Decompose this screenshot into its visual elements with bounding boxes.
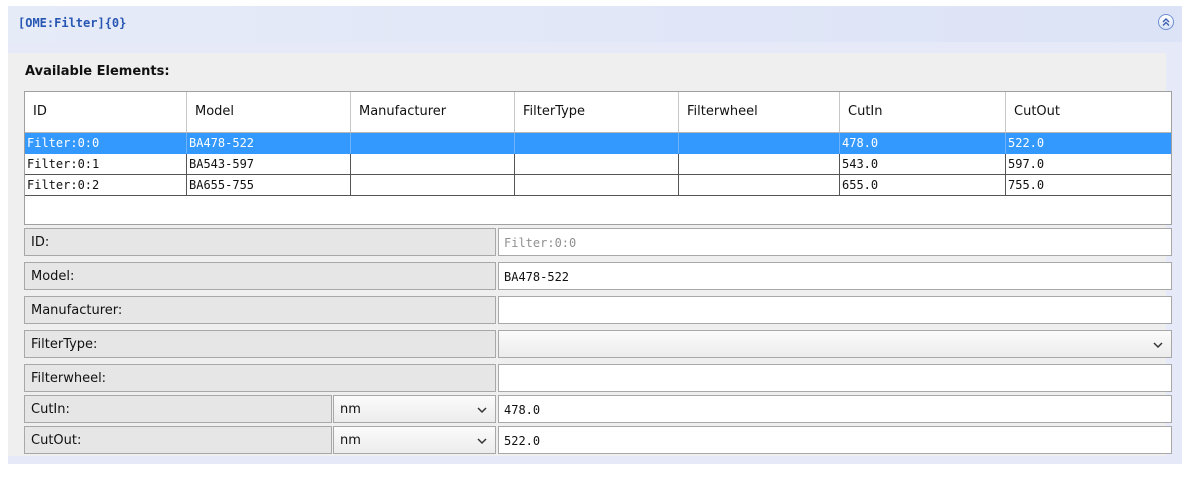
cutout-label: CutOut: bbox=[24, 426, 332, 454]
cell-cutout: 522.0 bbox=[1006, 133, 1171, 154]
filtertype-label: FilterType: bbox=[24, 330, 496, 358]
chevron-down-icon bbox=[477, 438, 487, 445]
cell-filterwheel bbox=[679, 175, 840, 196]
form-row-id: ID: Filter:0:0 bbox=[24, 228, 1174, 256]
table-row[interactable]: Filter:0:2 BA655-755 655.0 755.0 bbox=[25, 175, 1171, 196]
filterwheel-field[interactable] bbox=[498, 364, 1172, 392]
cell-filterwheel bbox=[679, 154, 840, 175]
column-header-cutin[interactable]: CutIn bbox=[840, 92, 1006, 132]
filterwheel-label: Filterwheel: bbox=[24, 364, 496, 392]
cell-manufacturer bbox=[351, 154, 515, 175]
manufacturer-field[interactable] bbox=[498, 296, 1172, 324]
form-row-cutout: CutOut: nm 522.0 bbox=[24, 426, 1174, 454]
column-header-model[interactable]: Model bbox=[187, 92, 351, 132]
cell-filtertype bbox=[515, 154, 679, 175]
cutout-field[interactable]: 522.0 bbox=[498, 426, 1172, 454]
cell-cutin: 655.0 bbox=[840, 175, 1006, 196]
cutin-unit-value: nm bbox=[340, 402, 361, 417]
panel-title-bar: [OME:Filter]{0} bbox=[8, 6, 1182, 42]
form-row-model: Model: BA478-522 bbox=[24, 262, 1174, 290]
table-row[interactable]: Filter:0:0 BA478-522 478.0 522.0 bbox=[25, 133, 1171, 154]
filtertype-select[interactable] bbox=[498, 330, 1172, 358]
cell-cutout: 597.0 bbox=[1006, 154, 1171, 175]
cell-id: Filter:0:2 bbox=[25, 175, 187, 196]
column-header-cutout[interactable]: CutOut bbox=[1006, 92, 1171, 132]
cutout-unit-select[interactable]: nm bbox=[333, 426, 496, 454]
manufacturer-label: Manufacturer: bbox=[24, 296, 496, 324]
cell-manufacturer bbox=[351, 133, 515, 154]
cell-cutin: 478.0 bbox=[840, 133, 1006, 154]
cell-cutin: 543.0 bbox=[840, 154, 1006, 175]
cutin-field[interactable]: 478.0 bbox=[498, 395, 1172, 423]
id-label: ID: bbox=[24, 228, 496, 256]
column-header-manufacturer[interactable]: Manufacturer bbox=[351, 92, 515, 132]
column-header-filterwheel[interactable]: Filterwheel bbox=[679, 92, 840, 132]
double-chevron-up-icon bbox=[1162, 18, 1170, 26]
cell-model: BA543-597 bbox=[187, 154, 351, 175]
form-row-manufacturer: Manufacturer: bbox=[24, 296, 1174, 324]
cell-filtertype bbox=[515, 175, 679, 196]
chevron-down-icon bbox=[1153, 342, 1163, 349]
column-header-filtertype[interactable]: FilterType bbox=[515, 92, 679, 132]
cell-filterwheel bbox=[679, 133, 840, 154]
cell-id: Filter:0:1 bbox=[25, 154, 187, 175]
form-row-filterwheel: Filterwheel: bbox=[24, 364, 1174, 392]
cutin-label: CutIn: bbox=[24, 395, 332, 423]
table-header: ID Model Manufacturer FilterType Filterw… bbox=[25, 92, 1171, 133]
id-field: Filter:0:0 bbox=[498, 228, 1172, 256]
cell-model: BA655-755 bbox=[187, 175, 351, 196]
model-label: Model: bbox=[24, 262, 496, 290]
form-row-filtertype: FilterType: bbox=[24, 330, 1174, 358]
column-header-id[interactable]: ID bbox=[25, 92, 187, 132]
panel-title: [OME:Filter]{0} bbox=[18, 16, 127, 30]
cell-manufacturer bbox=[351, 175, 515, 196]
cell-cutout: 755.0 bbox=[1006, 175, 1171, 196]
cell-id: Filter:0:0 bbox=[25, 133, 187, 154]
form-row-cutin: CutIn: nm 478.0 bbox=[24, 395, 1174, 423]
table-row[interactable]: Filter:0:1 BA543-597 543.0 597.0 bbox=[25, 154, 1171, 175]
cell-model: BA478-522 bbox=[187, 133, 351, 154]
cutin-unit-select[interactable]: nm bbox=[333, 395, 496, 423]
cutout-unit-value: nm bbox=[340, 433, 361, 448]
available-elements-label: Available Elements: bbox=[25, 64, 170, 79]
model-field[interactable]: BA478-522 bbox=[498, 262, 1172, 290]
collapse-button[interactable] bbox=[1158, 14, 1174, 30]
chevron-down-icon bbox=[477, 407, 487, 414]
cell-filtertype bbox=[515, 133, 679, 154]
elements-table: ID Model Manufacturer FilterType Filterw… bbox=[24, 91, 1172, 225]
